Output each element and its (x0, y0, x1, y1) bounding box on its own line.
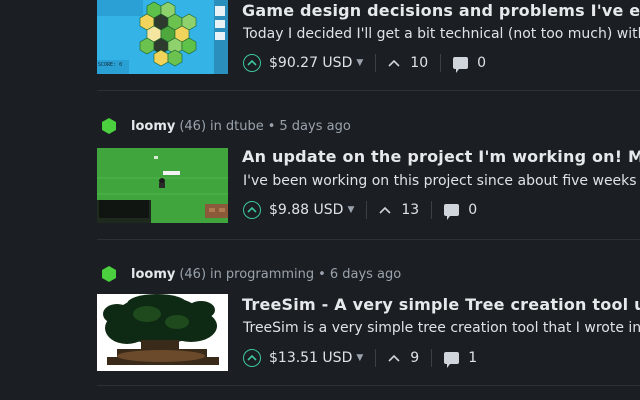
game-screenshot-image (97, 148, 228, 223)
vote-count: 10 (410, 55, 429, 71)
post-separator (97, 239, 640, 240)
comment-count: 0 (468, 202, 478, 218)
comments-button[interactable]: 0 (444, 202, 478, 220)
post-thumbnail[interactable]: SCORE: 0 (97, 0, 228, 74)
divider (431, 349, 433, 367)
payout-amount: $90.27 USD (269, 55, 353, 71)
divider (431, 201, 433, 219)
post-thumbnail[interactable] (97, 294, 228, 371)
post-excerpt[interactable]: I've been working on this project since … (243, 173, 637, 189)
post-separator (97, 90, 640, 91)
upvote-button[interactable] (243, 201, 261, 219)
post-footer: $13.51 USD ▼ 9 1 (243, 347, 477, 369)
in-label: in (210, 266, 222, 282)
author-link[interactable]: loomy (131, 267, 175, 282)
comment-icon (444, 352, 460, 368)
chevron-up-icon (247, 59, 257, 66)
post-age[interactable]: 6 days ago (330, 267, 401, 282)
post-feed: SCORE: 0 Game design decisions and probl… (0, 0, 640, 400)
upvote-button[interactable] (243, 349, 261, 367)
post-age[interactable]: 5 days ago (279, 119, 350, 134)
post-separator (97, 385, 640, 386)
post-item[interactable]: loomy (46) in dtube • 5 days ago An upda… (97, 114, 640, 226)
divider (375, 349, 377, 367)
votes-count-button[interactable]: 13 (379, 202, 419, 218)
author-reputation: (46) (179, 118, 207, 134)
payout-dropdown[interactable]: $13.51 USD ▼ (269, 350, 363, 366)
caret-down-icon: ▼ (356, 353, 364, 363)
voters-up-icon (388, 354, 400, 362)
post-title[interactable]: An update on the project I'm working on!… (242, 147, 640, 166)
vote-count: 13 (401, 202, 420, 218)
divider (375, 54, 377, 72)
caret-down-icon: ▼ (356, 58, 364, 68)
dot-separator: • (318, 266, 326, 282)
post-meta: loomy (46) in dtube • 5 days ago (97, 116, 351, 136)
votes-count-button[interactable]: 10 (388, 55, 428, 71)
post-thumbnail[interactable] (97, 148, 228, 223)
avatar-hexagon-icon[interactable] (100, 117, 118, 135)
votes-count-button[interactable]: 9 (388, 350, 419, 366)
payout-amount: $9.88 USD (269, 202, 344, 218)
avatar-hexagon-icon[interactable] (100, 265, 118, 283)
post-item[interactable]: SCORE: 0 Game design decisions and probl… (97, 0, 640, 90)
post-excerpt[interactable]: Today I decided I'll get a bit technical… (243, 26, 640, 42)
payout-amount: $13.51 USD (269, 350, 353, 366)
comment-icon (453, 57, 469, 73)
vote-count: 9 (410, 350, 420, 366)
chevron-up-icon (247, 206, 257, 213)
caret-down-icon: ▼ (347, 205, 355, 215)
comments-button[interactable]: 1 (444, 350, 478, 368)
tree-image (97, 294, 228, 371)
comment-count: 1 (468, 350, 478, 366)
community-link[interactable]: programming (226, 267, 314, 282)
post-title[interactable]: Game design decisions and problems I've … (242, 1, 640, 20)
game-board-image: SCORE: 0 (97, 0, 228, 74)
comments-button[interactable]: 0 (453, 55, 487, 73)
voters-up-icon (388, 59, 400, 67)
chevron-up-icon (247, 354, 257, 361)
comment-count: 0 (477, 55, 487, 71)
community-link[interactable]: dtube (226, 119, 264, 134)
post-title[interactable]: TreeSim - A very simple Tree creation to… (242, 295, 640, 314)
author-link[interactable]: loomy (131, 119, 175, 134)
dot-separator: • (267, 118, 276, 134)
post-meta: loomy (46) in programming • 6 days ago (97, 264, 401, 284)
post-item[interactable]: loomy (46) in programming • 6 days ago T… (97, 262, 640, 374)
voters-up-icon (379, 206, 391, 214)
post-excerpt[interactable]: TreeSim is a very simple tree creation t… (243, 320, 640, 336)
upvote-button[interactable] (243, 54, 261, 72)
post-footer: $9.88 USD ▼ 13 0 (243, 199, 477, 221)
payout-dropdown[interactable]: $90.27 USD ▼ (269, 55, 363, 71)
thumb-score-text: SCORE: 0 (98, 62, 122, 68)
divider (440, 54, 442, 72)
in-label: in (210, 118, 222, 134)
post-footer: $90.27 USD ▼ 10 0 (243, 52, 486, 74)
author-reputation: (46) (179, 266, 207, 282)
payout-dropdown[interactable]: $9.88 USD ▼ (269, 202, 354, 218)
comment-icon (444, 204, 460, 220)
divider (366, 201, 368, 219)
